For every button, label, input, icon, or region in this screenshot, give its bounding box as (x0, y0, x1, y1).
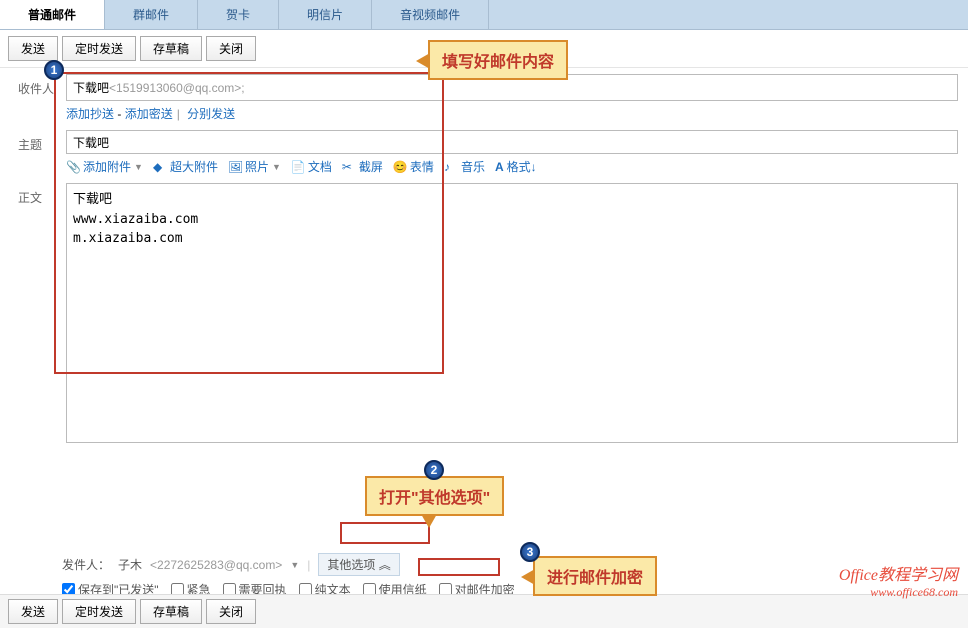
photo-icon: 🖼 (228, 160, 242, 174)
subject-input[interactable] (66, 130, 958, 154)
send-button-bottom[interactable]: 发送 (8, 599, 58, 624)
sender-name: 子木 (118, 556, 142, 573)
callout-2: 打开"其他选项" (365, 476, 504, 516)
sender-dropdown-icon[interactable]: ▼ (290, 560, 299, 570)
step-badge-2: 2 (424, 460, 444, 480)
watermark: Office教程学习网 www.office68.com (839, 561, 958, 600)
doc-button[interactable]: 📄文档 (291, 158, 332, 175)
format-button[interactable]: A 格式↓ (495, 158, 537, 175)
document-icon: 📄 (291, 160, 305, 174)
big-attach-button[interactable]: ◆超大附件 (153, 158, 218, 175)
music-button[interactable]: ♪音乐 (444, 158, 485, 175)
music-icon: ♪ (444, 160, 458, 174)
callout-1: 填写好邮件内容 (428, 40, 568, 80)
separate-send-link[interactable]: 分别发送 (187, 107, 235, 121)
body-label: 正文 (18, 183, 66, 206)
send-button[interactable]: 发送 (8, 36, 58, 61)
add-bcc-link[interactable]: 添加密送 (125, 107, 173, 121)
subject-label: 主题 (18, 130, 66, 153)
close-button-bottom[interactable]: 关闭 (206, 599, 256, 624)
emoji-button[interactable]: 😊表情 (393, 158, 434, 175)
paperclip-icon: 📎 (66, 160, 80, 174)
annotation-box-2 (340, 522, 430, 544)
sender-label: 发件人： (62, 556, 110, 573)
sender-email: <2272625283@qq.com> (150, 558, 282, 572)
scissors-icon: ✂ (342, 160, 356, 174)
bottom-toolbar: 发送 定时发送 存草稿 关闭 (0, 594, 968, 628)
other-options-button[interactable]: 其他选项 ︽ (318, 553, 399, 576)
screenshot-button[interactable]: ✂截屏 (342, 158, 383, 175)
tab-av[interactable]: 音视频邮件 (372, 0, 489, 29)
add-cc-link[interactable]: 添加抄送 (66, 107, 114, 121)
recipient-links: 添加抄送 - 添加密送| 分别发送 (66, 101, 958, 126)
attach-button[interactable]: 📎添加附件▼ (66, 158, 143, 175)
tab-normal[interactable]: 普通邮件 (0, 0, 105, 29)
sender-row: 发件人： 子木 <2272625283@qq.com> ▼ | 其他选项 ︽ (62, 553, 400, 576)
step-badge-1: 1 (44, 60, 64, 80)
save-draft-button-bottom[interactable]: 存草稿 (140, 599, 202, 624)
annotation-box-3 (418, 558, 500, 576)
close-button[interactable]: 关闭 (206, 36, 256, 61)
photo-button[interactable]: 🖼照片▼ (228, 158, 281, 175)
callout-3: 进行邮件加密 (533, 556, 657, 596)
tab-card[interactable]: 贺卡 (198, 0, 279, 29)
tab-group[interactable]: 群邮件 (105, 0, 198, 29)
diamond-icon: ◆ (153, 160, 167, 174)
save-draft-button[interactable]: 存草稿 (140, 36, 202, 61)
mail-type-tabs: 普通邮件 群邮件 贺卡 明信片 音视频邮件 (0, 0, 968, 30)
editor-toolbar: 📎添加附件▼ ◆超大附件 🖼照片▼ 📄文档 ✂截屏 😊表情 ♪音乐 A 格式↓ (66, 154, 958, 179)
timed-send-button-bottom[interactable]: 定时发送 (62, 599, 136, 624)
smile-icon: 😊 (393, 160, 407, 174)
body-editor[interactable] (66, 183, 958, 443)
timed-send-button[interactable]: 定时发送 (62, 36, 136, 61)
tab-postcard[interactable]: 明信片 (279, 0, 372, 29)
step-badge-3: 3 (520, 542, 540, 562)
